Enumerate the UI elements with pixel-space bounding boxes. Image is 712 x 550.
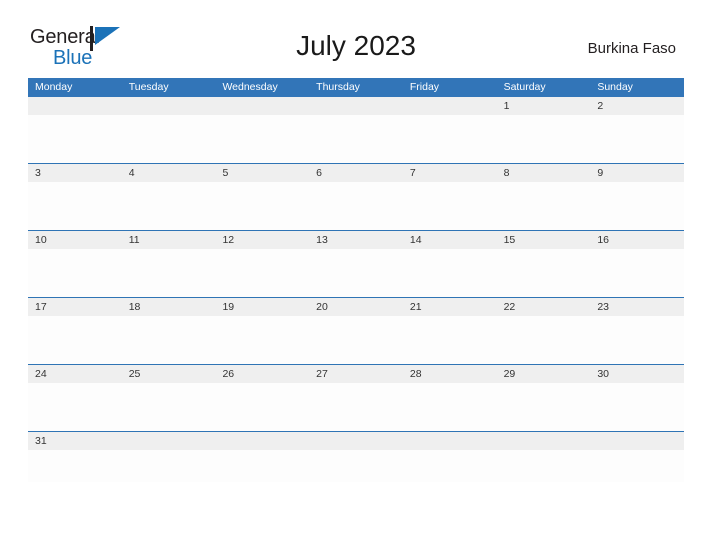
day-number: 26 bbox=[222, 368, 235, 380]
weekday-header-friday: Friday bbox=[409, 81, 440, 93]
week-row: 31 bbox=[28, 432, 685, 482]
day-cell[interactable] bbox=[402, 432, 497, 482]
weekday-header-thursday: Thursday bbox=[316, 81, 360, 93]
day-cell[interactable]: 24 bbox=[28, 365, 122, 431]
day-cell[interactable]: 9 bbox=[590, 164, 685, 230]
week-row: 3 4 5 6 7 8 9 bbox=[28, 164, 685, 231]
day-cell[interactable]: 30 bbox=[590, 365, 685, 431]
day-cell[interactable] bbox=[28, 97, 122, 163]
day-number: 28 bbox=[409, 368, 422, 380]
day-cell[interactable]: 1 bbox=[496, 97, 591, 163]
day-cell[interactable]: 12 bbox=[215, 231, 310, 297]
day-cell[interactable] bbox=[309, 97, 403, 163]
calendar-page: General Blue July 2023 Burkina Faso Mond… bbox=[0, 0, 712, 550]
day-cell[interactable] bbox=[121, 432, 216, 482]
day-number: 31 bbox=[35, 435, 47, 447]
day-cell[interactable]: 5 bbox=[215, 164, 310, 230]
day-number: 29 bbox=[503, 368, 516, 380]
day-number: 13 bbox=[316, 234, 328, 246]
day-number: 1 bbox=[503, 100, 510, 112]
day-cell[interactable]: 28 bbox=[402, 365, 497, 431]
day-cell[interactable]: 10 bbox=[28, 231, 122, 297]
day-cell[interactable] bbox=[309, 432, 403, 482]
weekday-header-row: Monday Tuesday Wednesday Thursday Friday… bbox=[28, 78, 684, 97]
day-number: 14 bbox=[409, 234, 422, 246]
day-number: 12 bbox=[222, 234, 235, 246]
day-cell[interactable]: 13 bbox=[309, 231, 403, 297]
day-cell[interactable] bbox=[215, 432, 310, 482]
day-number: 2 bbox=[597, 100, 604, 112]
day-number: 19 bbox=[222, 301, 235, 313]
day-number: 20 bbox=[316, 301, 328, 313]
day-number: 15 bbox=[503, 234, 516, 246]
day-cell[interactable]: 3 bbox=[28, 164, 122, 230]
day-number: 4 bbox=[128, 167, 135, 179]
country-label: Burkina Faso bbox=[587, 40, 676, 57]
day-number: 27 bbox=[316, 368, 328, 380]
day-cell[interactable] bbox=[121, 97, 216, 163]
day-cell[interactable]: 8 bbox=[496, 164, 591, 230]
day-number: 5 bbox=[222, 167, 229, 179]
weekday-header-saturday: Saturday bbox=[503, 81, 546, 93]
day-cell[interactable] bbox=[496, 432, 591, 482]
day-number: 16 bbox=[597, 234, 609, 246]
day-number: 11 bbox=[128, 234, 140, 246]
day-number: 18 bbox=[128, 301, 141, 313]
day-number: 24 bbox=[35, 368, 47, 380]
day-cell[interactable]: 23 bbox=[590, 298, 685, 364]
day-number: 10 bbox=[35, 234, 47, 246]
day-number: 25 bbox=[128, 368, 141, 380]
weekday-header-wednesday: Wednesday bbox=[222, 81, 278, 93]
day-cell[interactable]: 27 bbox=[309, 365, 403, 431]
day-cell[interactable] bbox=[215, 97, 310, 163]
day-cell[interactable]: 17 bbox=[28, 298, 122, 364]
day-cell[interactable]: 16 bbox=[590, 231, 685, 297]
day-number: 23 bbox=[597, 301, 609, 313]
week-row: 17 18 19 20 21 22 23 bbox=[28, 298, 685, 365]
day-cell[interactable]: 7 bbox=[402, 164, 497, 230]
week-row: 24 25 26 27 28 29 30 bbox=[28, 365, 685, 432]
day-number: 3 bbox=[35, 167, 41, 179]
weekday-header-tuesday: Tuesday bbox=[128, 81, 169, 93]
day-cell[interactable]: 20 bbox=[309, 298, 403, 364]
day-cell[interactable]: 26 bbox=[215, 365, 310, 431]
day-cell[interactable]: 2 bbox=[590, 97, 685, 163]
day-number: 30 bbox=[597, 368, 609, 380]
day-cell[interactable]: 6 bbox=[309, 164, 403, 230]
day-cell[interactable]: 25 bbox=[121, 365, 216, 431]
day-cell[interactable] bbox=[590, 432, 685, 482]
day-number: 22 bbox=[503, 301, 516, 313]
page-header: General Blue July 2023 Burkina Faso bbox=[0, 0, 712, 68]
day-number: 17 bbox=[35, 301, 47, 313]
day-cell[interactable]: 21 bbox=[402, 298, 497, 364]
day-number: 21 bbox=[409, 301, 422, 313]
day-cell[interactable]: 19 bbox=[215, 298, 310, 364]
day-cell[interactable]: 4 bbox=[121, 164, 216, 230]
day-cell[interactable]: 14 bbox=[402, 231, 497, 297]
week-row: 1 2 bbox=[28, 97, 685, 164]
weekday-header-monday: Monday bbox=[35, 81, 73, 93]
weekday-header-sunday: Sunday bbox=[597, 81, 633, 93]
day-number: 9 bbox=[597, 167, 604, 179]
day-cell[interactable]: 11 bbox=[121, 231, 216, 297]
day-cell[interactable]: 29 bbox=[496, 365, 591, 431]
day-number: 6 bbox=[316, 167, 322, 179]
day-cell[interactable]: 15 bbox=[496, 231, 591, 297]
day-cell[interactable]: 18 bbox=[121, 298, 216, 364]
calendar-grid: Monday Tuesday Wednesday Thursday Friday… bbox=[28, 78, 685, 482]
day-number: 8 bbox=[503, 167, 510, 179]
day-number: 7 bbox=[409, 167, 416, 179]
day-cell[interactable]: 31 bbox=[28, 432, 122, 482]
day-cell[interactable] bbox=[402, 97, 497, 163]
week-row: 10 11 12 13 14 15 16 bbox=[28, 231, 685, 298]
day-cell[interactable]: 22 bbox=[496, 298, 591, 364]
